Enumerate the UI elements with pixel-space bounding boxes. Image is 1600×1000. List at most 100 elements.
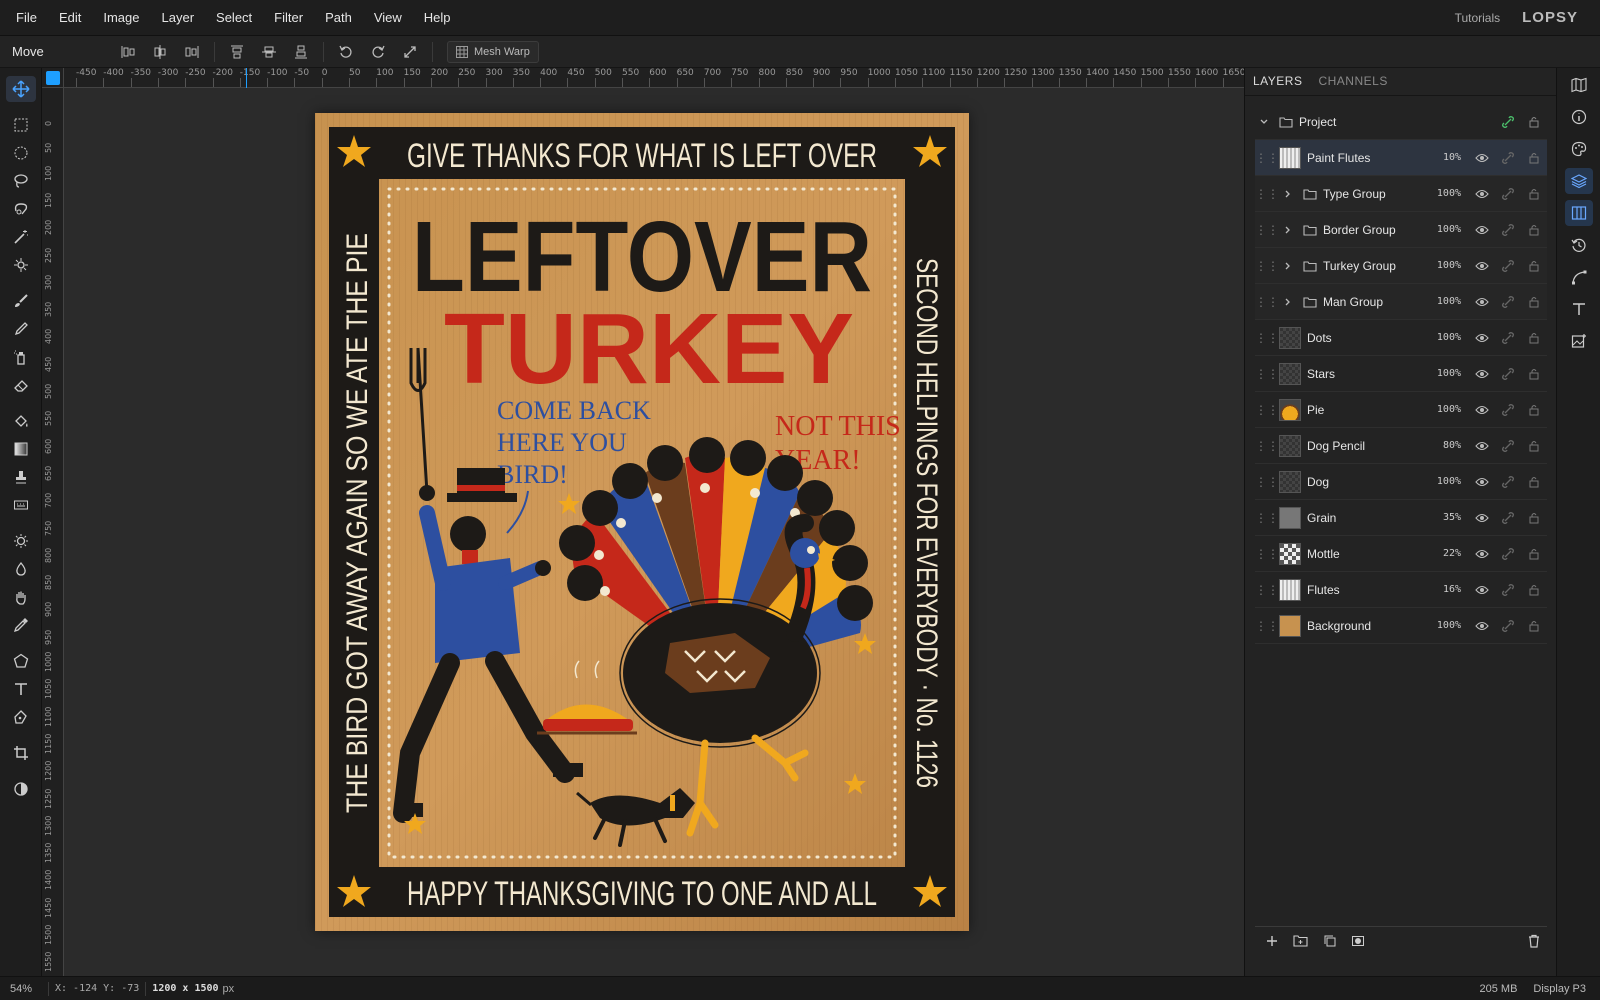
layer-row[interactable]: ⋮⋮ Paint Flutes 10% xyxy=(1255,140,1547,176)
eye-icon[interactable] xyxy=(1469,585,1495,595)
menu-item-filter[interactable]: Filter xyxy=(263,0,314,36)
drag-handle-icon[interactable]: ⋮⋮ xyxy=(1255,511,1279,525)
chevron-right-icon[interactable] xyxy=(1279,225,1297,235)
layers-panel-button[interactable] xyxy=(1565,168,1593,194)
lock-icon[interactable] xyxy=(1521,187,1547,200)
layer-row[interactable]: ⋮⋮ Dots 100% xyxy=(1255,320,1547,356)
layer-opacity[interactable]: 100% xyxy=(1427,296,1461,307)
stamp-tool[interactable] xyxy=(6,464,36,490)
align-right-button[interactable] xyxy=(176,40,208,64)
rotate-cw-button[interactable] xyxy=(362,40,394,64)
drag-handle-icon[interactable]: ⋮⋮ xyxy=(1255,259,1279,273)
link-icon[interactable] xyxy=(1495,511,1521,525)
link-icon[interactable] xyxy=(1495,583,1521,597)
layer-opacity[interactable]: 35% xyxy=(1427,512,1461,523)
menu-item-select[interactable]: Select xyxy=(205,0,263,36)
mask-button[interactable] xyxy=(1351,934,1365,953)
zoom-level[interactable]: 54% xyxy=(0,983,42,995)
layer-opacity[interactable]: 100% xyxy=(1427,620,1461,631)
tab-channels[interactable]: CHANNELS xyxy=(1318,74,1387,95)
layer-opacity[interactable]: 100% xyxy=(1427,260,1461,271)
hand-tool[interactable] xyxy=(6,584,36,610)
drag-handle-icon[interactable]: ⋮⋮ xyxy=(1255,547,1279,561)
spray-tool[interactable] xyxy=(6,344,36,370)
type-tool[interactable] xyxy=(6,676,36,702)
lock-icon[interactable] xyxy=(1521,295,1547,308)
chevron-right-icon[interactable] xyxy=(1279,261,1297,271)
eye-icon[interactable] xyxy=(1469,189,1495,199)
eye-icon[interactable] xyxy=(1469,621,1495,631)
lock-icon[interactable] xyxy=(1521,583,1547,596)
eye-icon[interactable] xyxy=(1469,549,1495,559)
pencil-tool[interactable] xyxy=(6,316,36,342)
layer-group-row[interactable]: ⋮⋮ Type Group 100% xyxy=(1255,176,1547,212)
link-icon[interactable] xyxy=(1495,331,1521,345)
menu-item-view[interactable]: View xyxy=(363,0,413,36)
chevron-right-icon[interactable] xyxy=(1279,189,1297,199)
drag-handle-icon[interactable]: ⋮⋮ xyxy=(1255,151,1279,165)
layer-group-row[interactable]: ⋮⋮ Man Group 100% xyxy=(1255,284,1547,320)
layer-row[interactable]: ⋮⋮ Stars 100% xyxy=(1255,356,1547,392)
project-group-row[interactable]: Project xyxy=(1255,104,1547,140)
link-icon[interactable] xyxy=(1495,403,1521,417)
fit-expand-button[interactable] xyxy=(394,40,426,64)
add-group-button[interactable] xyxy=(1293,934,1309,953)
lock-icon[interactable] xyxy=(1521,367,1547,380)
eye-icon[interactable] xyxy=(1469,297,1495,307)
adjust-tool[interactable] xyxy=(6,776,36,802)
lock-icon[interactable] xyxy=(1521,115,1547,128)
ruler-origin-marker[interactable] xyxy=(46,71,60,85)
layer-row[interactable]: ⋮⋮ Dog 100% xyxy=(1255,464,1547,500)
layer-opacity[interactable]: 100% xyxy=(1427,404,1461,415)
menu-item-image[interactable]: Image xyxy=(92,0,150,36)
layer-group-row[interactable]: ⋮⋮ Border Group 100% xyxy=(1255,212,1547,248)
eye-icon[interactable] xyxy=(1469,369,1495,379)
drag-handle-icon[interactable]: ⋮⋮ xyxy=(1255,475,1279,489)
menu-item-layer[interactable]: Layer xyxy=(151,0,206,36)
link-icon[interactable] xyxy=(1495,187,1521,201)
lock-icon[interactable] xyxy=(1521,259,1547,272)
mesh-warp-button[interactable]: Mesh Warp xyxy=(447,40,539,63)
rect-select-tool[interactable] xyxy=(6,112,36,138)
lock-icon[interactable] xyxy=(1521,439,1547,452)
navigator-panel-button[interactable] xyxy=(1565,72,1593,98)
delete-layer-button[interactable] xyxy=(1527,934,1541,953)
blur-tool[interactable] xyxy=(6,556,36,582)
drag-handle-icon[interactable]: ⋮⋮ xyxy=(1255,403,1279,417)
eyedropper-tool[interactable] xyxy=(6,612,36,638)
lock-icon[interactable] xyxy=(1521,223,1547,236)
lock-icon[interactable] xyxy=(1521,619,1547,632)
drag-handle-icon[interactable]: ⋮⋮ xyxy=(1255,367,1279,381)
link-icon[interactable] xyxy=(1495,619,1521,633)
layer-row[interactable]: ⋮⋮ Dog Pencil 80% xyxy=(1255,428,1547,464)
eraser-tool[interactable] xyxy=(6,372,36,398)
align-left-button[interactable] xyxy=(112,40,144,64)
link-icon[interactable] xyxy=(1495,475,1521,489)
tab-layers[interactable]: LAYERS xyxy=(1253,74,1302,95)
lock-icon[interactable] xyxy=(1521,331,1547,344)
info-panel-button[interactable] xyxy=(1565,104,1593,130)
eye-icon[interactable] xyxy=(1469,513,1495,523)
eye-icon[interactable] xyxy=(1469,333,1495,343)
eye-icon[interactable] xyxy=(1469,261,1495,271)
pattern-tool[interactable] xyxy=(6,492,36,518)
paint-bucket-tool[interactable] xyxy=(6,408,36,434)
swatches-panel-button[interactable] xyxy=(1565,136,1593,162)
lock-icon[interactable] xyxy=(1521,475,1547,488)
drag-handle-icon[interactable]: ⋮⋮ xyxy=(1255,583,1279,597)
layer-opacity[interactable]: 80% xyxy=(1427,440,1461,451)
lock-icon[interactable] xyxy=(1521,403,1547,416)
eye-icon[interactable] xyxy=(1469,405,1495,415)
layer-opacity[interactable]: 22% xyxy=(1427,548,1461,559)
drag-handle-icon[interactable]: ⋮⋮ xyxy=(1255,187,1279,201)
artwork-poster[interactable]: GIVE THANKS FOR WHAT IS LEFT OVER HAPPY … xyxy=(315,113,969,931)
chevron-right-icon[interactable] xyxy=(1279,297,1297,307)
shape-tool[interactable] xyxy=(6,648,36,674)
link-icon[interactable] xyxy=(1495,223,1521,237)
character-panel-button[interactable] xyxy=(1565,296,1593,322)
align-top-button[interactable] xyxy=(221,40,253,64)
link-icon[interactable] xyxy=(1495,439,1521,453)
layer-row[interactable]: ⋮⋮ Background 100% xyxy=(1255,608,1547,644)
add-layer-button[interactable] xyxy=(1265,934,1279,953)
rotate-ccw-button[interactable] xyxy=(330,40,362,64)
